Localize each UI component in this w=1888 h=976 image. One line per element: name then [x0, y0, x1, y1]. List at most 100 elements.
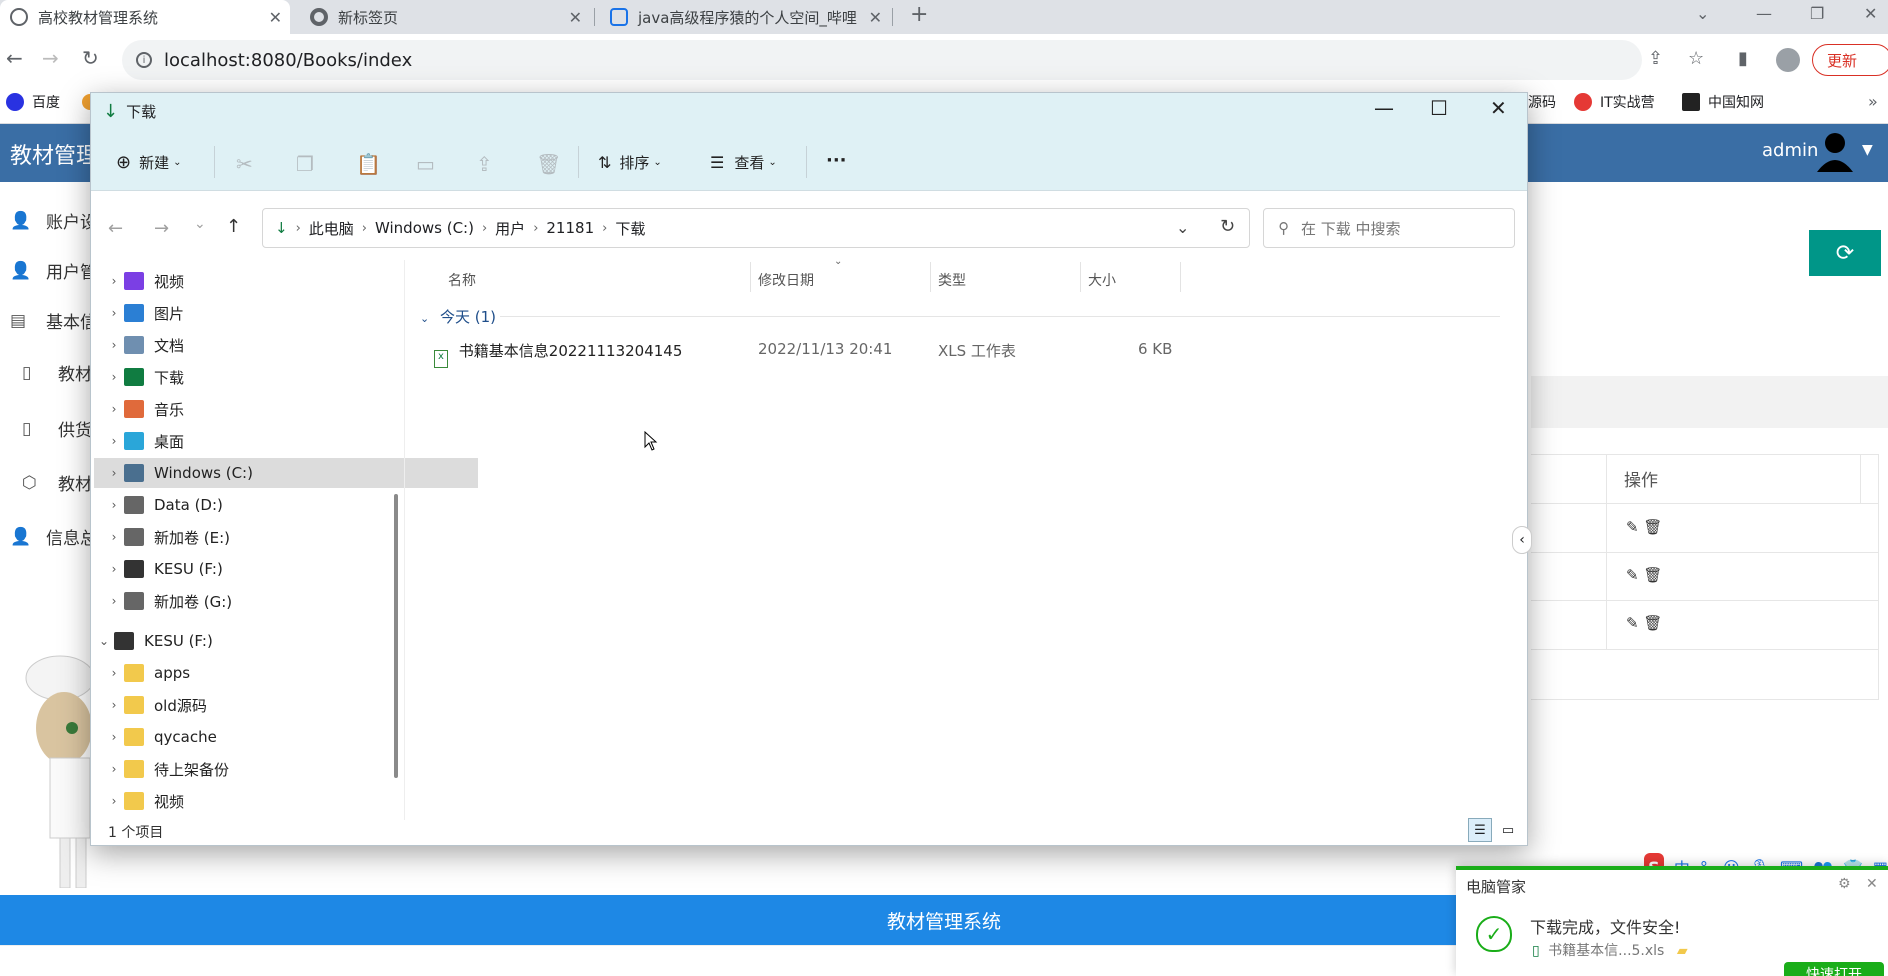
tab-bilibili[interactable]: java高级程序猿的个人空间_哔哩 ✕: [600, 0, 890, 34]
breadcrumb-segment[interactable]: 用户: [495, 218, 525, 239]
sidebar-item-textbook-2[interactable]: ⬡ 教材: [22, 470, 92, 496]
tree-item[interactable]: › 新加卷 (E:): [94, 522, 478, 552]
chevron-right-icon[interactable]: ›: [104, 794, 124, 808]
bookmark-itshizhan[interactable]: IT实战营: [1574, 92, 1655, 112]
back-icon[interactable]: ←: [108, 218, 123, 239]
sidebar-item-summary[interactable]: 👤 信息总: [10, 524, 97, 550]
chevron-right-icon[interactable]: ›: [104, 434, 124, 448]
more-options-button[interactable]: ···: [826, 150, 847, 171]
chevron-right-icon[interactable]: ›: [104, 498, 124, 512]
back-icon[interactable]: ←: [6, 46, 23, 70]
up-icon[interactable]: ↑: [226, 216, 241, 237]
share-icon[interactable]: ⇪: [1648, 48, 1663, 69]
refresh-icon[interactable]: ↻: [1220, 216, 1235, 237]
star-icon[interactable]: ☆: [1688, 48, 1704, 69]
edit-icon[interactable]: ✎: [1626, 566, 1639, 584]
gear-icon[interactable]: ⚙: [1838, 876, 1851, 892]
sidebar-item-basic[interactable]: ▤ 基本信: [10, 308, 97, 334]
tree-item[interactable]: › 新加卷 (G:): [94, 586, 478, 616]
chevron-right-icon[interactable]: ›: [104, 594, 124, 608]
close-icon[interactable]: ✕: [569, 8, 582, 27]
minimize-icon[interactable]: —: [1756, 4, 1772, 23]
sidebar-item-users[interactable]: 👤 用户管: [10, 258, 97, 284]
tree-item[interactable]: › Windows (C:): [94, 458, 478, 488]
chevron-right-icon[interactable]: ›: [104, 666, 124, 680]
breadcrumb-segment[interactable]: Windows (C:): [375, 219, 474, 237]
paste-icon[interactable]: 📋: [356, 152, 381, 176]
trash-icon[interactable]: 🗑: [1643, 566, 1662, 584]
tree-item[interactable]: › 视频: [94, 266, 478, 296]
details-view-icon[interactable]: ☰: [1468, 818, 1492, 842]
cut-icon[interactable]: ✂: [236, 152, 253, 176]
forward-icon[interactable]: →: [42, 46, 59, 70]
close-icon[interactable]: ✕: [1864, 4, 1877, 23]
breadcrumb-segment[interactable]: 下载: [615, 218, 645, 239]
folder-icon[interactable]: ▰: [1677, 943, 1688, 959]
file-row[interactable]: x 书籍基本信息20221113204145: [434, 340, 682, 368]
bookmark-source[interactable]: 源码: [1528, 92, 1556, 112]
forward-icon[interactable]: →: [154, 218, 169, 239]
edit-icon[interactable]: ✎: [1626, 518, 1639, 536]
close-icon[interactable]: ✕: [1866, 876, 1878, 892]
sidebar-item-account[interactable]: 👤 账户设: [10, 208, 97, 234]
notification-file[interactable]: ▯ 书籍基本信...5.xls ▰: [1532, 940, 1688, 960]
chevron-right-icon[interactable]: ›: [104, 466, 124, 480]
tree-item[interactable]: › 文档: [94, 330, 478, 360]
view-button[interactable]: ☰ 查看 ⌄: [710, 152, 777, 173]
user-name[interactable]: admin: [1762, 140, 1818, 161]
update-button[interactable]: 更新: [1812, 44, 1888, 76]
tree-item[interactable]: › Data (D:): [94, 490, 478, 520]
share-icon[interactable]: ⇪: [476, 152, 493, 176]
group-header-today[interactable]: ⌄ 今天 (1): [420, 306, 496, 327]
chevron-right-icon[interactable]: ›: [104, 306, 124, 320]
sidebar-item-supply[interactable]: ▯ 供货: [22, 416, 92, 442]
chevron-right-icon[interactable]: ›: [104, 274, 124, 288]
chevron-right-icon[interactable]: ›: [104, 730, 124, 744]
copy-icon[interactable]: ❐: [296, 152, 314, 176]
quick-open-button[interactable]: 快速打开: [1784, 962, 1884, 976]
close-icon[interactable]: ✕: [269, 8, 282, 27]
breadcrumb-segment[interactable]: 21181: [546, 219, 594, 237]
minimize-icon[interactable]: —: [1374, 96, 1394, 120]
sort-button[interactable]: ⇅ 排序 ⌄: [598, 152, 662, 173]
profile-avatar[interactable]: [1776, 48, 1800, 72]
refresh-button[interactable]: ⟳: [1809, 230, 1881, 276]
bookmark-cnki[interactable]: 中国知网: [1682, 92, 1764, 112]
url-input[interactable]: i localhost:8080/Books/index: [122, 40, 1642, 80]
info-icon[interactable]: i: [136, 52, 152, 68]
close-icon[interactable]: ✕: [1490, 96, 1507, 120]
restore-icon[interactable]: ❐: [1810, 4, 1824, 23]
tab-active[interactable]: 高校教材管理系统 ✕: [0, 0, 290, 34]
column-header-date[interactable]: 修改日期: [758, 270, 814, 290]
tab-newtab[interactable]: 新标签页 ✕: [300, 0, 590, 34]
recent-locations-icon[interactable]: ⌄: [194, 216, 206, 232]
chevron-down-icon[interactable]: ⌄: [1176, 218, 1189, 237]
tree-item[interactable]: › qycache: [94, 722, 478, 752]
column-divider[interactable]: [1080, 262, 1081, 292]
column-divider[interactable]: [930, 262, 931, 292]
chevron-right-icon[interactable]: ›: [104, 370, 124, 384]
chevron-down-icon[interactable]: ▼: [1862, 142, 1873, 158]
chevron-right-icon[interactable]: ›: [104, 562, 124, 576]
collapse-pane-icon[interactable]: ‹: [1512, 526, 1532, 554]
tree-scrollbar[interactable]: [394, 494, 398, 778]
bookmark-baidu[interactable]: 百度: [6, 92, 60, 112]
breadcrumb-segment[interactable]: 此电脑: [309, 218, 354, 239]
edit-icon[interactable]: ✎: [1626, 614, 1639, 632]
chevron-right-icon[interactable]: ›: [104, 698, 124, 712]
new-tab-icon[interactable]: +: [910, 2, 928, 27]
column-header-size[interactable]: 大小: [1088, 270, 1116, 290]
column-header-type[interactable]: 类型: [938, 270, 966, 290]
column-divider[interactable]: [1180, 262, 1181, 292]
rename-icon[interactable]: ▭: [416, 152, 435, 176]
tiles-view-icon[interactable]: ▭: [1496, 818, 1520, 842]
trash-icon[interactable]: 🗑: [1643, 518, 1662, 536]
more-bookmarks-icon[interactable]: »: [1868, 92, 1878, 111]
close-icon[interactable]: ✕: [869, 8, 882, 27]
tree-item[interactable]: › 桌面: [94, 426, 478, 456]
breadcrumb[interactable]: ↓ › 此电脑 › Windows (C:) › 用户 › 21181 › 下载: [262, 208, 1250, 248]
tree-item[interactable]: › 音乐: [94, 394, 478, 424]
tree-item[interactable]: › 视频: [94, 786, 478, 816]
chevron-right-icon[interactable]: ›: [104, 338, 124, 352]
pane-divider[interactable]: [404, 260, 405, 820]
